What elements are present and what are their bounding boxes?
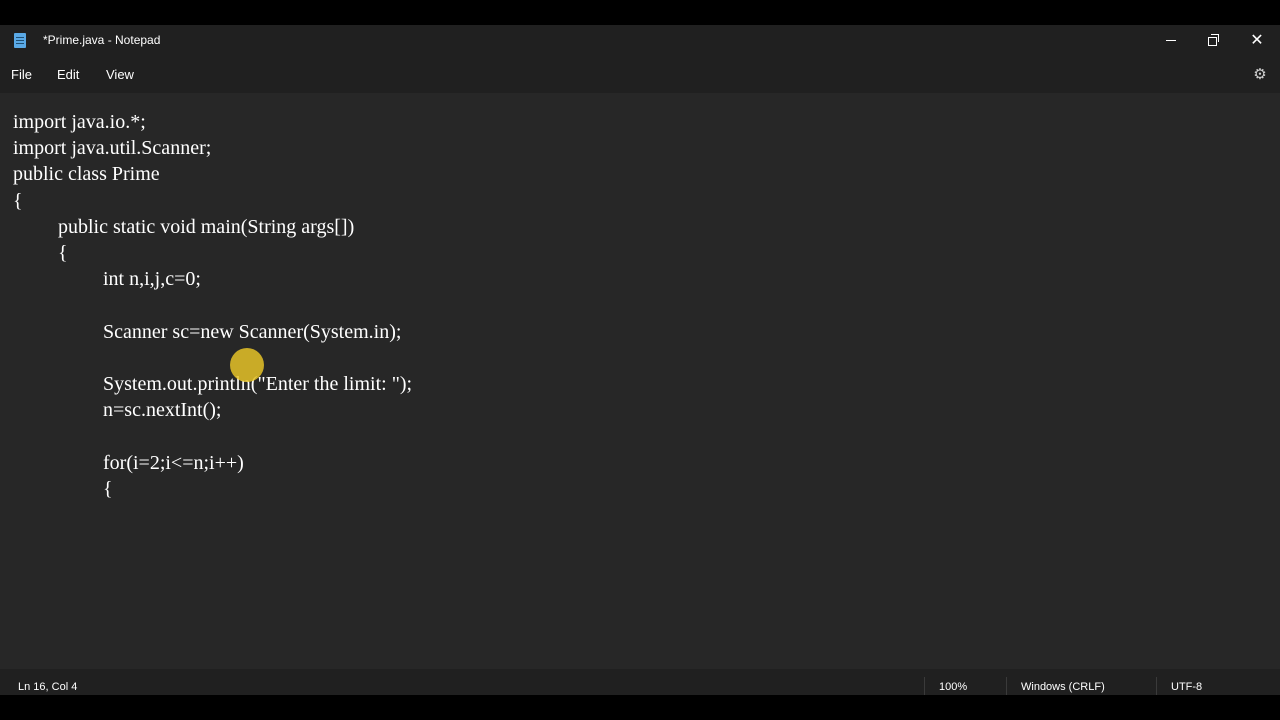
menu-bar: File Edit View ⚙: [0, 55, 1280, 93]
code-line: Scanner sc=new Scanner(System.in);: [103, 320, 402, 343]
menu-view[interactable]: View: [106, 67, 134, 82]
title-bar[interactable]: *Prime.java - Notepad ✕: [0, 25, 1280, 55]
zoom-level: 100%: [939, 681, 968, 693]
code-line: {: [13, 189, 23, 212]
code-line: import java.util.Scanner;: [13, 137, 212, 160]
close-icon: ✕: [1250, 30, 1264, 49]
code-line: {: [103, 477, 113, 500]
mouse-cursor-highlight: [230, 348, 264, 382]
cursor-position: Ln 16, Col 4: [18, 681, 78, 693]
status-divider: [1006, 677, 1007, 695]
code-line: int n,i,j,c=0;: [103, 268, 201, 291]
notepad-window: *Prime.java - Notepad ✕ File Edit View ⚙…: [0, 25, 1280, 695]
code-line: {: [58, 242, 68, 264]
encoding: UTF-8: [1171, 681, 1203, 693]
minimize-button[interactable]: [1149, 25, 1193, 55]
window-title: *Prime.java - Notepad: [43, 33, 161, 47]
notepad-icon: [14, 33, 26, 48]
line-ending: Windows (CRLF): [1021, 681, 1105, 693]
text-editor-area[interactable]: import java.io.*; import java.util.Scanne…: [0, 93, 1280, 669]
menu-edit[interactable]: Edit: [57, 67, 79, 82]
status-divider: [924, 677, 925, 695]
code-line: public class Prime: [13, 163, 160, 186]
code-line: import java.io.*;: [13, 111, 146, 133]
status-bar: Ln 16, Col 4 100% Windows (CRLF) UTF-8: [0, 669, 1280, 695]
close-button[interactable]: ✕: [1235, 25, 1279, 55]
restore-button[interactable]: [1191, 25, 1235, 55]
gear-icon[interactable]: ⚙: [1252, 66, 1268, 82]
restore-icon: [1208, 34, 1219, 46]
code-line: for(i=2;i<=n;i++): [103, 451, 244, 474]
code-line: n=sc.nextInt();: [103, 399, 222, 422]
status-divider: [1156, 677, 1157, 695]
code-line: public static void main(String args[]): [58, 215, 355, 238]
minimize-icon: [1166, 39, 1176, 41]
menu-file[interactable]: File: [11, 67, 32, 82]
